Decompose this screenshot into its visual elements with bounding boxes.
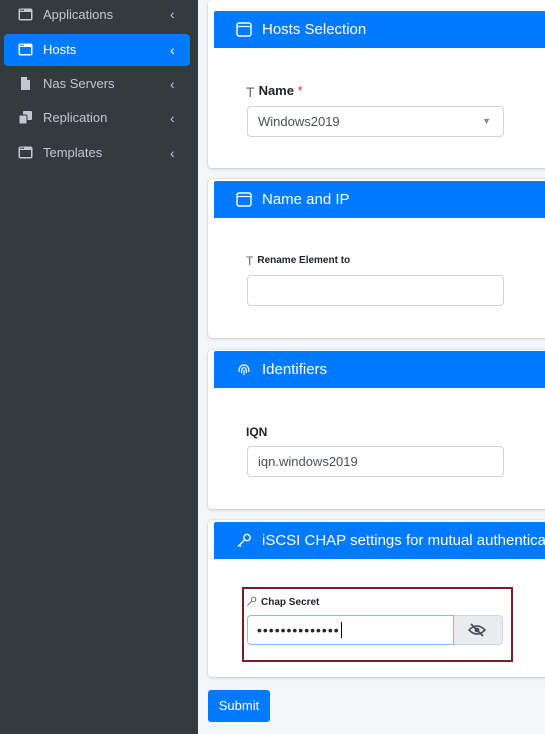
card-title: iSCSI CHAP settings for mutual authentic… [262,532,545,549]
identifiers-card: Identifiers IQN iqn.windows2019 [208,350,545,509]
field-label: T Rename Element to [246,254,351,268]
window-icon [18,43,33,56]
submit-button[interactable]: Submit [208,690,270,722]
card-header: iSCSI CHAP settings for mutual authentic… [214,522,545,559]
rename-element-input[interactable] [247,275,504,306]
sidebar-item-label: Applications [43,7,114,22]
sidebar-item-applications[interactable]: Applications ‹ [4,0,190,32]
sidebar-item-label: Hosts [43,42,77,57]
field-label: T Name * [246,83,303,100]
chap-secret-input[interactable]: •••••••••••••• [247,615,454,645]
hosts-selection-card: Hosts Selection T Name * Windows2019 ▼ [208,0,545,168]
text-type-icon: T [246,254,254,268]
select-value: Windows2019 [258,114,340,129]
card-title: Hosts Selection [262,21,367,38]
eye-slash-icon [468,623,486,637]
chevron-left-icon: ‹ [170,6,175,22]
caret-down-icon: ▼ [482,116,491,126]
copy-icon [18,111,32,124]
sidebar-item-hosts[interactable]: Hosts ‹ [4,34,190,66]
window-icon [236,22,252,37]
window-icon [236,192,252,207]
key-icon [237,533,251,547]
card-header: Name and IP [214,181,545,218]
sidebar-item-label: Replication [43,110,108,125]
required-mark: * [297,83,303,98]
main-content: Hosts Selection T Name * Windows2019 ▼ Na… [198,0,545,734]
field-label: Chap Secret [246,596,319,608]
window-icon [18,146,33,159]
card-header: Identifiers [214,351,545,388]
chevron-left-icon: ‹ [170,42,175,58]
name-select[interactable]: Windows2019 ▼ [247,106,504,137]
iqn-input[interactable]: iqn.windows2019 [247,446,504,477]
chevron-left-icon: ‹ [170,110,175,126]
chevron-left-icon: ‹ [170,145,175,161]
sidebar-item-replication[interactable]: Replication ‹ [4,102,190,134]
fingerprint-icon [238,364,250,375]
window-icon [18,8,33,21]
card-header: Hosts Selection [214,11,545,48]
card-title: Name and IP [262,191,350,208]
sidebar-item-nas-servers[interactable]: Nas Servers ‹ [4,68,190,100]
sidebar: Applications ‹ Hosts ‹ Nas Servers ‹ Rep… [0,0,198,734]
toggle-password-visibility-button[interactable] [454,615,503,645]
sidebar-item-label: Nas Servers [43,76,115,91]
sidebar-item-templates[interactable]: Templates ‹ [4,137,190,169]
text-cursor [340,622,342,638]
name-ip-card: Name and IP T Rename Element to [208,179,545,338]
chevron-left-icon: ‹ [170,76,175,92]
text-type-icon: T [246,84,255,100]
file-icon [21,77,30,90]
sidebar-item-label: Templates [43,145,103,160]
field-label: IQN [246,425,268,439]
card-title: Identifiers [262,361,328,378]
key-icon [247,596,257,606]
